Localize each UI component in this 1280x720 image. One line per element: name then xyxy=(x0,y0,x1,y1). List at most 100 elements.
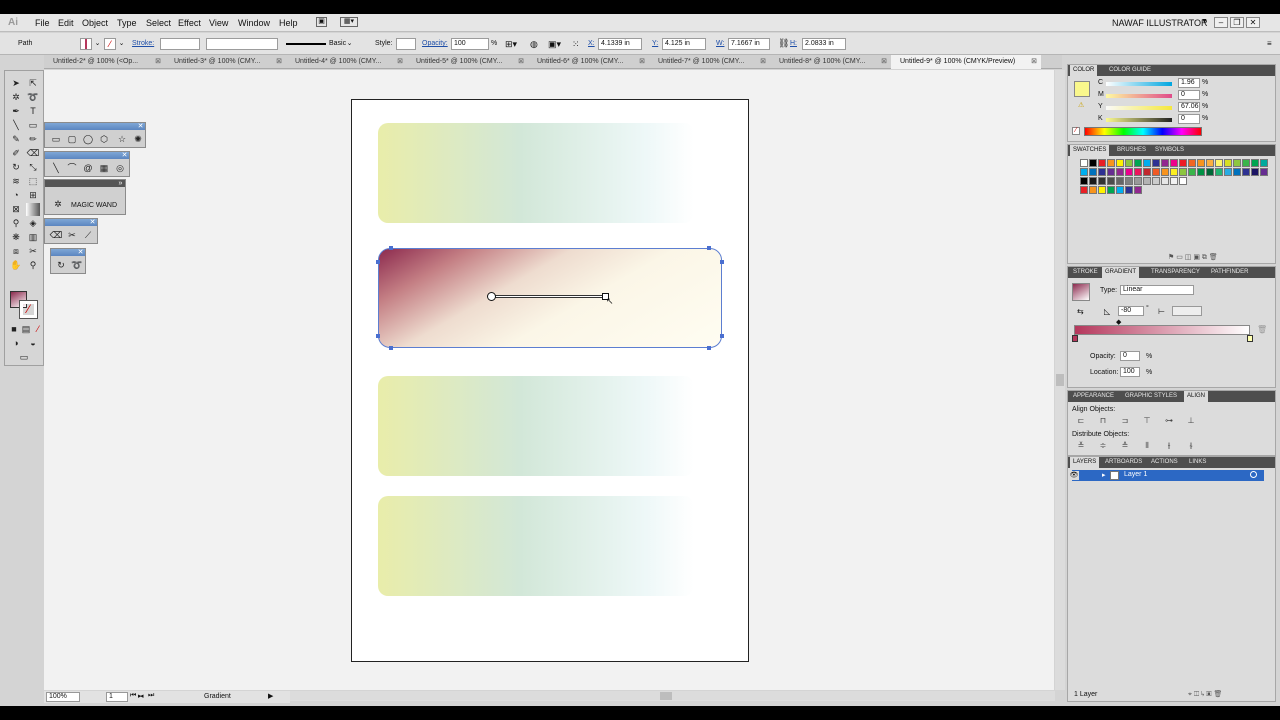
gradient-end-stop[interactable] xyxy=(1247,335,1253,342)
rectangular-grid-tool-icon[interactable]: ▦ xyxy=(97,162,111,175)
color-swatch[interactable] xyxy=(1143,177,1151,185)
spiral-tool-icon[interactable]: @ xyxy=(81,162,95,175)
brush-dropdown-icon[interactable]: ⌄ xyxy=(345,38,354,50)
tab-appearance[interactable]: APPEARANCE xyxy=(1070,391,1117,402)
layer-row[interactable]: 👁 ▸ Layer 1 xyxy=(1069,470,1264,481)
color-swatch[interactable] xyxy=(1242,168,1250,176)
opacity-label[interactable]: Opacity: xyxy=(422,40,448,47)
gradient-rectangle-4[interactable] xyxy=(378,496,694,596)
channel-y-field[interactable]: 67.06 xyxy=(1178,102,1200,112)
direct-selection-tool-icon[interactable]: ⇱ xyxy=(26,77,40,90)
color-swatch[interactable] xyxy=(1107,159,1115,167)
tab-untitled-2[interactable]: Untitled-2* @ 100% (<Op... ⊠ xyxy=(44,55,165,69)
color-swatch[interactable] xyxy=(1125,186,1133,194)
channel-m-slider[interactable] xyxy=(1106,94,1172,98)
anchor-point[interactable] xyxy=(389,246,393,250)
tab-transparency[interactable]: TRANSPARENCY xyxy=(1148,267,1203,278)
artboard-number-field[interactable]: 1 xyxy=(106,692,128,702)
reverse-gradient-icon[interactable]: ⇆ xyxy=(1077,307,1084,316)
color-swatch[interactable] xyxy=(1089,186,1097,194)
color-swatch[interactable] xyxy=(1098,168,1106,176)
anchor-point[interactable] xyxy=(707,346,711,350)
anchor-point[interactable] xyxy=(389,346,393,350)
selection-tool-icon[interactable]: ➤ xyxy=(9,77,23,90)
close-icon[interactable]: ⊠ xyxy=(881,55,887,68)
color-swatch[interactable] xyxy=(1152,177,1160,185)
reference-point-icon[interactable]: ⁙ xyxy=(572,38,586,50)
color-swatch[interactable] xyxy=(1125,159,1133,167)
color-swatch[interactable] xyxy=(1179,177,1187,185)
x-field[interactable]: 4.1339 in xyxy=(598,38,642,50)
color-swatch[interactable] xyxy=(1215,168,1223,176)
zoom-tool-icon[interactable]: ⚲ xyxy=(26,259,40,272)
color-swatch[interactable] xyxy=(1251,159,1259,167)
color-swatch[interactable] xyxy=(1116,168,1124,176)
gradient-start-stop[interactable] xyxy=(1072,335,1078,342)
minimize-button[interactable]: – xyxy=(1214,17,1228,28)
menu-object[interactable]: Object xyxy=(82,18,108,28)
distribute-left-icon[interactable]: ⫴ xyxy=(1142,441,1152,451)
menu-select[interactable]: Select xyxy=(146,18,171,28)
rectangle-tool-icon[interactable]: ▭ xyxy=(49,133,63,146)
vertical-scroll-thumb[interactable] xyxy=(1056,374,1064,386)
color-swatch[interactable] xyxy=(1080,168,1088,176)
aspect-ratio-field[interactable] xyxy=(1172,306,1202,316)
selected-gradient-rectangle[interactable] xyxy=(378,248,722,348)
align-vertical-center-icon[interactable]: ⊶ xyxy=(1164,416,1174,426)
h-field[interactable]: 2.0833 in xyxy=(802,38,846,50)
last-artboard-icon[interactable]: ⏭ xyxy=(148,692,154,700)
flare-tool-icon[interactable]: ✺ xyxy=(131,133,145,146)
rotate-tool-icon[interactable]: ↻ xyxy=(54,259,68,272)
scissors-tool-icon[interactable]: ✂ xyxy=(65,229,79,242)
rounded-rectangle-tool-icon[interactable]: ▢ xyxy=(65,133,79,146)
eraser-tool-icon[interactable]: ⌫ xyxy=(26,147,40,160)
color-swatch[interactable] xyxy=(1170,177,1178,185)
eyedropper-tool-icon[interactable]: ⚲ xyxy=(9,217,23,230)
channel-y-slider[interactable] xyxy=(1106,106,1172,110)
blend-tool-icon[interactable]: ◈ xyxy=(26,217,40,230)
color-swatch[interactable] xyxy=(1233,159,1241,167)
h-label[interactable]: H: xyxy=(790,40,797,47)
tab-stroke[interactable]: STROKE xyxy=(1070,267,1101,278)
close-icon[interactable]: ✕ xyxy=(77,249,84,256)
first-artboard-icon[interactable]: ⏮ xyxy=(130,692,136,700)
align-top-icon[interactable]: ⊤ xyxy=(1142,416,1152,426)
menu-effect[interactable]: Effect xyxy=(178,18,201,28)
fill-color-swatch[interactable] xyxy=(1074,81,1090,97)
delete-stop-icon[interactable]: 🗑 xyxy=(1257,325,1267,334)
color-spectrum-bar[interactable] xyxy=(1084,127,1202,136)
stroke-color-box[interactable]: ⁄ xyxy=(19,300,38,319)
y-field[interactable]: 4.125 in xyxy=(662,38,706,50)
constrain-proportions-icon[interactable]: ⛓ xyxy=(778,38,789,49)
eraser-tool-icon[interactable]: ⌫ xyxy=(49,229,63,242)
tab-artboards[interactable]: ARTBOARDS xyxy=(1102,457,1145,468)
chevron-down-icon[interactable]: ▼ xyxy=(1201,18,1208,25)
rotate-tool-icon[interactable]: ↻ xyxy=(9,161,23,174)
layer-actions-icon[interactable]: ⌖ ◫ ↳ ▣ 🗑 xyxy=(1188,690,1222,699)
color-swatch[interactable] xyxy=(1170,159,1178,167)
color-swatch[interactable] xyxy=(1143,159,1151,167)
artboard-tool-icon[interactable]: ⧈ xyxy=(9,245,23,258)
panel-menu-icon[interactable]: ≡ xyxy=(1267,39,1272,48)
color-swatch[interactable] xyxy=(1233,168,1241,176)
gradient-type-select[interactable]: Linear xyxy=(1120,285,1194,295)
tab-actions[interactable]: ACTIONS xyxy=(1148,457,1181,468)
distribute-horizontal-center-icon[interactable]: ⫲ xyxy=(1164,441,1174,451)
anchor-point[interactable] xyxy=(720,260,724,264)
gradient-preview-swatch[interactable] xyxy=(1072,283,1090,301)
gradient-midpoint-icon[interactable]: ◆ xyxy=(1116,318,1121,326)
color-swatch[interactable] xyxy=(1080,186,1088,194)
polar-grid-tool-icon[interactable]: ◎ xyxy=(113,162,127,175)
x-label[interactable]: X: xyxy=(588,40,595,47)
menu-view[interactable]: View xyxy=(209,18,228,28)
distribute-right-icon[interactable]: ⫳ xyxy=(1186,441,1196,451)
align-icon[interactable]: ▣▾ xyxy=(548,38,566,50)
gradient-annotator-bar[interactable] xyxy=(492,295,606,298)
paintbrush-tool-icon[interactable]: ✎ xyxy=(9,133,23,146)
color-swatch[interactable] xyxy=(1260,168,1268,176)
color-swatch[interactable] xyxy=(1161,177,1169,185)
channel-m-field[interactable]: 0 xyxy=(1178,90,1200,100)
close-icon[interactable]: ⊠ xyxy=(155,55,161,68)
tab-untitled-5[interactable]: Untitled-5* @ 100% (CMY... ⊠ xyxy=(407,55,528,69)
horizontal-scrollbar[interactable] xyxy=(290,691,1055,701)
